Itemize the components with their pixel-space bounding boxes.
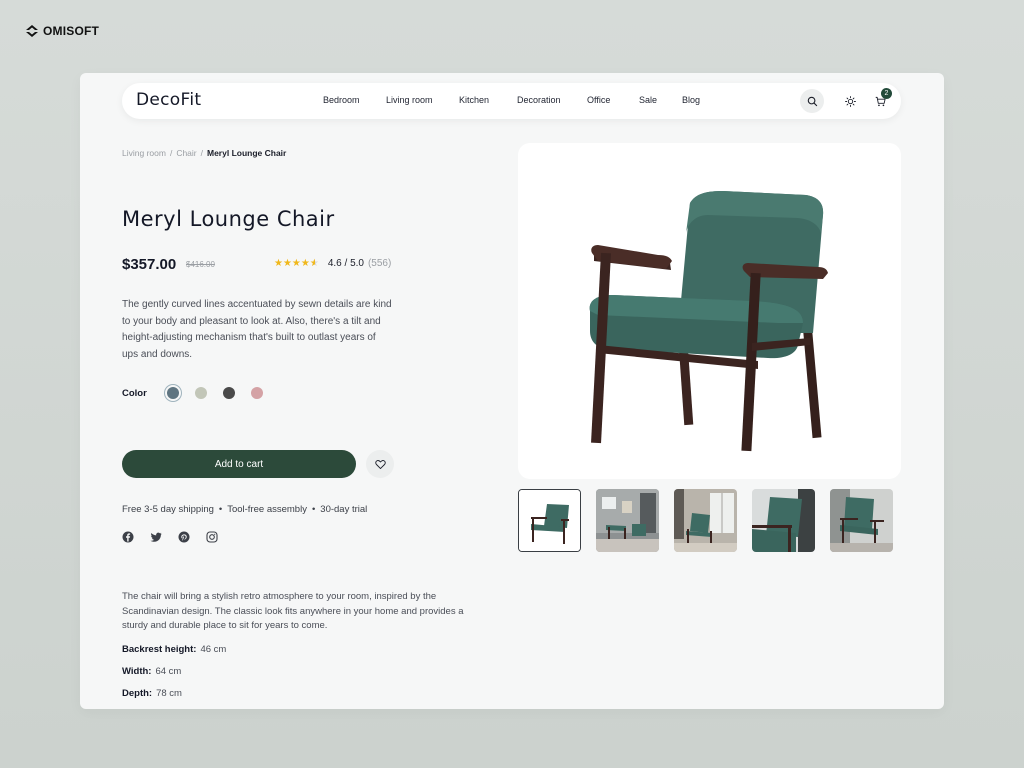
breadcrumb-current: Meryl Lounge Chair [207, 148, 287, 158]
feature-shipping: Free 3-5 day shipping [122, 504, 214, 515]
spec-label: Width: [122, 666, 152, 677]
feature-separator: • [218, 504, 223, 515]
color-selector: Color [122, 387, 279, 399]
thumbnail-room-image [596, 489, 659, 552]
spec-label: Depth: [122, 688, 153, 699]
twitter-icon [150, 532, 162, 542]
rating-value: 4.6 / 5.0 [327, 258, 364, 269]
facebook-icon [122, 531, 134, 543]
omisoft-logo-icon [26, 25, 38, 37]
pinterest-link[interactable] [178, 531, 190, 543]
facebook-link[interactable] [122, 531, 134, 543]
shipping-features: Free 3-5 day shipping • Tool-free assembly… [122, 504, 367, 515]
thumbnail-4[interactable] [752, 489, 815, 552]
feature-trial: 30-day trial [320, 504, 368, 515]
spec-width: Width: 64 cm [122, 666, 226, 688]
product-specs: Backrest height: 46 cm Width: 64 cm Depth:… [122, 644, 226, 709]
nav-office[interactable]: Office [587, 95, 610, 105]
pinterest-icon [178, 531, 190, 543]
spec-value: 78 cm [156, 688, 182, 699]
breadcrumb-separator: / [169, 148, 173, 158]
thumbnail-1[interactable] [518, 489, 581, 552]
search-button[interactable] [800, 89, 824, 113]
color-swatch-sage[interactable] [195, 387, 207, 399]
theme-toggle-button[interactable] [838, 89, 862, 113]
thumbnail-window-room-image [674, 489, 737, 552]
cart-count-badge: 2 [881, 88, 892, 99]
thumbnail-5[interactable] [830, 489, 893, 552]
cart-button[interactable]: 2 [868, 88, 892, 113]
nav-living-room[interactable]: Living room [386, 95, 433, 105]
product-old-price: $416.00 [186, 260, 215, 269]
breadcrumb-separator: / [200, 148, 203, 158]
color-swatch-slate[interactable] [167, 387, 179, 399]
nav-sale[interactable]: Sale [639, 95, 657, 105]
rating-count: (556) [367, 258, 392, 269]
nav-decoration[interactable]: Decoration [517, 95, 561, 105]
spec-backrest-height: Backrest height: 46 cm [122, 644, 226, 666]
thumbnail-closeup-image [752, 489, 815, 552]
thumbnail-chair-image [519, 490, 580, 551]
twitter-link[interactable] [150, 531, 162, 543]
thumbnail-3[interactable] [674, 489, 737, 552]
feature-separator: • [311, 504, 316, 515]
lounge-chair-image [589, 191, 828, 452]
rating-stars: ★★★★★ ★ [274, 258, 319, 269]
search-icon [807, 96, 817, 106]
main-nav: Bedroom Living room Kitchen Decoration O… [122, 83, 901, 119]
thumbnail-side-image [830, 489, 893, 552]
product-rating[interactable]: ★★★★★ ★ 4.6 / 5.0 (556) [274, 258, 391, 269]
product-page: DecoFit Bedroom Living room Kitchen Deco… [80, 73, 944, 709]
thumbnail-2[interactable] [596, 489, 659, 552]
heart-icon [374, 459, 386, 469]
color-swatch-rose[interactable] [251, 387, 263, 399]
breadcrumb-chair[interactable]: Chair [176, 148, 196, 158]
color-swatch-charcoal[interactable] [223, 387, 235, 399]
add-to-cart-button[interactable]: Add to cart [122, 450, 356, 478]
wishlist-button[interactable] [366, 450, 394, 478]
feature-assembly: Tool-free assembly [227, 504, 307, 515]
spec-value: 46 cm [200, 644, 227, 655]
product-price: $357.00 [122, 256, 177, 273]
product-description: The gently curved lines accentuated by s… [122, 299, 392, 360]
navbar: DecoFit Bedroom Living room Kitchen Deco… [122, 83, 901, 119]
product-title: Meryl Lounge Chair [122, 207, 335, 231]
spec-depth: Depth: 78 cm [122, 688, 226, 709]
spec-label: Backrest height: [122, 644, 197, 655]
product-long-description: The chair will bring a stylish retro atm… [122, 591, 464, 631]
breadcrumb-living-room[interactable]: Living room [122, 148, 166, 158]
omisoft-brand: OMISOFT [25, 24, 99, 38]
sun-icon [844, 95, 856, 107]
instagram-link[interactable] [206, 531, 218, 543]
instagram-icon [206, 531, 218, 543]
social-share [122, 531, 218, 543]
spec-value: 64 cm [155, 666, 182, 677]
brand-name: OMISOFT [43, 24, 100, 38]
product-thumbnails [518, 489, 893, 552]
nav-blog[interactable]: Blog [682, 95, 700, 105]
nav-bedroom[interactable]: Bedroom [323, 95, 360, 105]
color-label: Color [122, 387, 147, 399]
nav-kitchen[interactable]: Kitchen [459, 95, 489, 105]
product-main-image[interactable] [518, 143, 901, 479]
breadcrumb: Living room / Chair / Meryl Lounge Chair [122, 148, 286, 158]
